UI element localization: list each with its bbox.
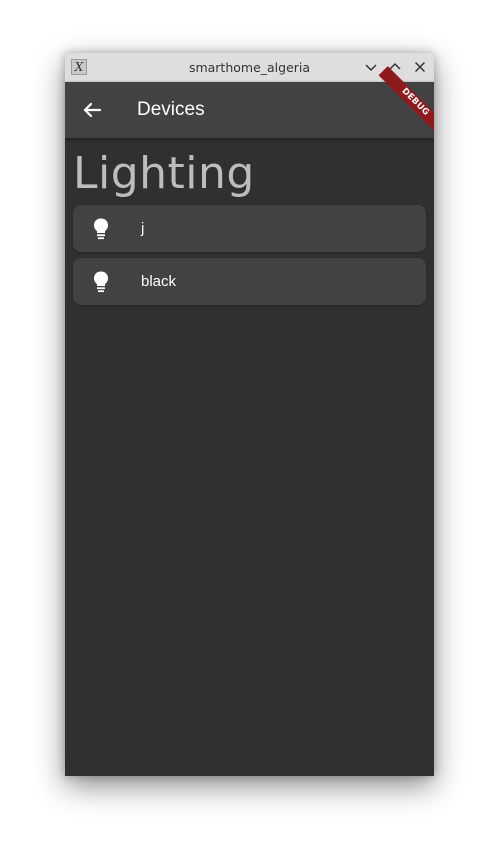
chevron-down-icon bbox=[365, 64, 377, 72]
device-item[interactable]: black bbox=[73, 258, 426, 305]
window-titlebar[interactable]: X smarthome_algeria bbox=[65, 53, 434, 82]
arrow-back-icon bbox=[83, 102, 102, 118]
app-window: X smarthome_algeria Devices DEBUG Lighti… bbox=[65, 53, 434, 776]
lightbulb-icon bbox=[91, 270, 111, 294]
device-item[interactable]: j bbox=[73, 205, 426, 252]
back-button[interactable] bbox=[79, 96, 107, 124]
app-bar: Devices bbox=[65, 82, 434, 138]
device-name: black bbox=[141, 273, 177, 290]
maximize-button[interactable] bbox=[386, 58, 404, 76]
section-heading: Lighting bbox=[73, 148, 255, 199]
chevron-up-icon bbox=[389, 62, 401, 70]
page-title: Devices bbox=[137, 99, 205, 120]
lightbulb-icon bbox=[91, 217, 111, 241]
close-button[interactable] bbox=[411, 58, 429, 76]
device-name: j bbox=[141, 220, 145, 237]
close-icon bbox=[414, 61, 426, 73]
minimize-button[interactable] bbox=[362, 58, 380, 76]
